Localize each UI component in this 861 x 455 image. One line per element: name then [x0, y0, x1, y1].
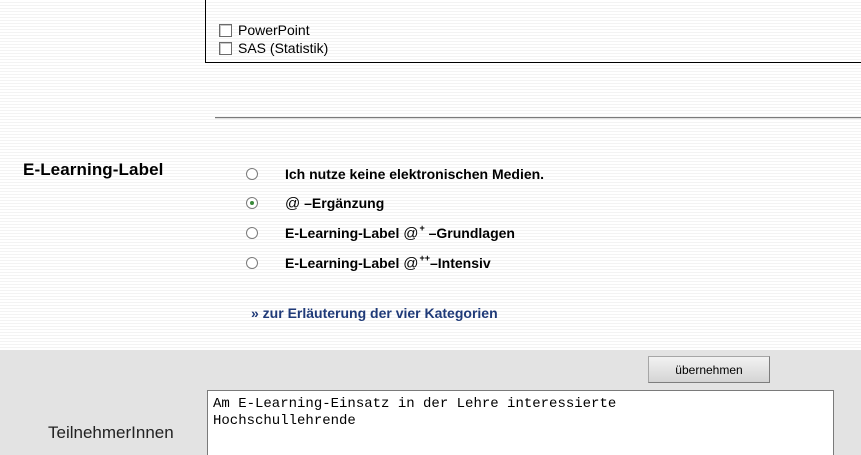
at-symbol: @: [403, 254, 419, 272]
radio-label-intensiv: E-Learning-Label @++–Intensiv: [285, 252, 491, 272]
radio-none[interactable]: [246, 168, 258, 180]
option-prefix-intensiv: E-Learning-Label: [285, 254, 404, 271]
radio-option-grundlagen[interactable]: E-Learning-Label @+ –Grundlagen: [246, 223, 515, 243]
checkbox-row-sas[interactable]: SAS (Statistik): [219, 39, 328, 57]
superscript-plus: +: [419, 222, 425, 233]
radio-label-ergaenzung: @ –Ergänzung: [285, 195, 384, 212]
radio-grundlagen[interactable]: [246, 227, 258, 239]
participants-textarea[interactable]: Am E-Learning-Einsatz in der Lehre inter…: [207, 390, 834, 455]
categories-explanation-link[interactable]: » zur Erläuterung der vier Kategorien: [251, 305, 498, 321]
checkbox-label-powerpoint: PowerPoint: [238, 22, 310, 38]
radio-intensiv[interactable]: [246, 257, 258, 269]
option-text-grundlagen: –Grundlagen: [424, 224, 515, 241]
participants-label: TeilnehmerInnen: [48, 423, 174, 442]
at-symbol: @: [403, 224, 419, 242]
checkbox-label-sas: SAS (Statistik): [238, 40, 329, 56]
radio-label-none: Ich nutze keine elektronischen Medien.: [285, 166, 545, 182]
option-text-ergaenzung: –Ergänzung: [300, 194, 385, 211]
checkbox-sas[interactable]: [219, 41, 232, 55]
at-symbol: @: [285, 194, 301, 212]
radio-ergaenzung[interactable]: [246, 197, 258, 209]
radio-option-intensiv[interactable]: E-Learning-Label @++–Intensiv: [246, 253, 491, 273]
superscript-plus-plus: ++: [419, 252, 430, 263]
software-checkbox-list: PowerPoint SAS (Statistik): [205, 0, 861, 63]
option-text-intensiv: –Intensiv: [429, 254, 491, 271]
radio-label-grundlagen: E-Learning-Label @+ –Grundlagen: [285, 222, 515, 242]
checkbox-powerpoint[interactable]: [219, 23, 232, 37]
checkbox-row-powerpoint[interactable]: PowerPoint: [219, 21, 310, 39]
radio-option-ergaenzung[interactable]: @ –Ergänzung: [246, 193, 384, 213]
apply-button[interactable]: übernehmen: [648, 356, 770, 383]
option-prefix-grundlagen: E-Learning-Label: [285, 224, 404, 241]
section-divider: [215, 117, 861, 119]
elearning-label-heading: E-Learning-Label: [23, 160, 164, 179]
radio-option-none[interactable]: Ich nutze keine elektronischen Medien.: [246, 164, 544, 184]
